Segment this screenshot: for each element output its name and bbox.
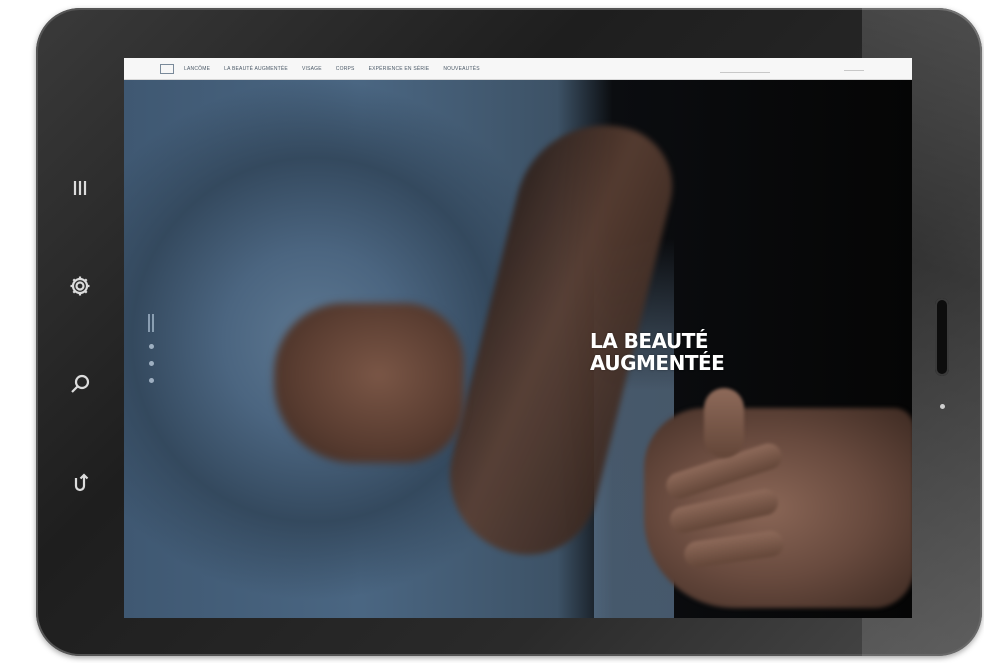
menu-button[interactable] (62, 170, 98, 206)
camera-dot (940, 404, 945, 409)
tablet-screen: LA BEAUTÉ AUGMENTÉE LANCÔME LA BEAUTÉ AU… (124, 58, 912, 618)
hero-thumb (704, 388, 744, 458)
menu-item-corps[interactable]: CORPS (336, 66, 355, 72)
site-logo[interactable] (160, 63, 174, 74)
pager-dot[interactable] (148, 344, 154, 349)
side-nav (52, 170, 108, 500)
pager-dot[interactable] (148, 378, 154, 383)
share-button[interactable] (62, 464, 98, 500)
menu-icon (73, 181, 87, 195)
pager-handle[interactable] (148, 314, 154, 332)
settings-button[interactable] (62, 268, 98, 304)
top-menu: LANCÔME LA BEAUTÉ AUGMENTÉE VISAGE CORPS… (184, 66, 480, 72)
hero-fist-image (274, 303, 464, 463)
account-link[interactable] (844, 65, 864, 71)
share-icon (74, 473, 89, 492)
hero-title: LA BEAUTÉ AUGMENTÉE (590, 329, 725, 375)
site-top-nav: LANCÔME LA BEAUTÉ AUGMENTÉE VISAGE CORPS… (124, 58, 912, 80)
hero-title-line-1: LA BEAUTÉ (590, 329, 709, 353)
gear-icon (70, 276, 90, 296)
menu-item-experience[interactable]: EXPÉRIENCE EN SÉRIE (369, 66, 430, 72)
menu-item-visage[interactable]: VISAGE (302, 66, 322, 72)
home-button[interactable] (935, 298, 949, 376)
search-button[interactable] (62, 366, 98, 402)
menu-item-beaute-augmentee[interactable]: LA BEAUTÉ AUGMENTÉE (224, 66, 288, 72)
menu-item-lancome[interactable]: LANCÔME (184, 66, 210, 72)
hero-title-line-2: AUGMENTÉE (590, 351, 725, 375)
slide-pager (144, 314, 158, 383)
menu-item-nouveautes[interactable]: NOUVEAUTÉS (443, 66, 479, 72)
search-input[interactable] (720, 64, 770, 73)
pager-dot[interactable] (148, 361, 154, 366)
search-icon (71, 374, 90, 393)
